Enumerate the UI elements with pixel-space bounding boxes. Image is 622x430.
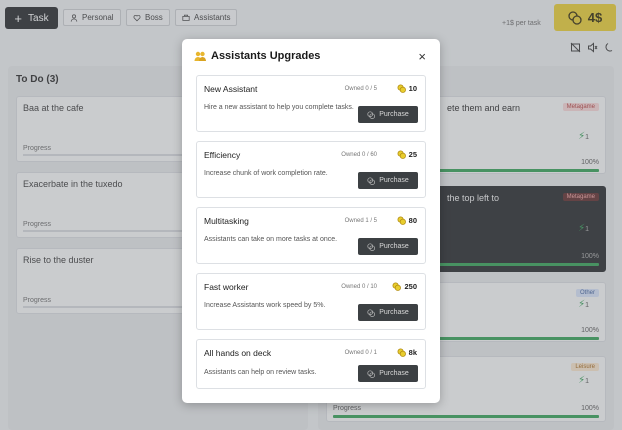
upgrade-card: Fast worker Owned 0 / 10 250 Increase As… [196,273,426,330]
upgrade-name: All hands on deck [204,348,272,358]
upgrade-name: Efficiency [204,150,241,160]
upgrade-name: New Assistant [204,84,258,94]
close-icon[interactable]: × [418,50,426,63]
coin-icon [367,308,376,317]
upgrade-cost: 250 [392,282,417,291]
upgrade-cost: 25 [397,150,417,159]
upgrade-owned: Owned 0 / 10 [341,284,377,290]
upgrade-cost: 80 [397,216,417,225]
modal-title: Assistants Upgrades [211,50,321,62]
upgrade-owned: Owned 1 / 5 [344,218,377,224]
upgrade-card: New Assistant Owned 0 / 5 10 Hire a new … [196,75,426,132]
coin-icon [367,242,376,251]
upgrade-description: Assistants can help on review tasks. [204,369,317,376]
modal-header: Assistants Upgrades [194,50,320,62]
upgrade-card: Multitasking Owned 1 / 5 80 Assistants c… [196,207,426,264]
upgrade-description: Assistants can take on more tasks at onc… [204,236,338,243]
assistants-icon [194,51,206,61]
coin-icon [367,176,376,185]
purchase-button[interactable]: Purchase [358,365,418,382]
upgrade-description: Hire a new assistant to help you complet… [204,104,354,111]
upgrade-description: Increase Assistants work speed by 5%. [204,302,326,309]
purchase-button[interactable]: Purchase [358,172,418,189]
coin-icon [397,150,406,159]
upgrade-owned: Owned 0 / 1 [344,350,377,356]
upgrade-cost: 10 [397,84,417,93]
upgrade-description: Increase chunk of work completion rate. [204,170,328,177]
upgrade-cost: 8k [397,348,417,357]
upgrade-card: All hands on deck Owned 0 / 1 8k Assista… [196,339,426,389]
purchase-button[interactable]: Purchase [358,106,418,123]
coin-icon [367,110,376,119]
coin-icon [397,84,406,93]
purchase-button[interactable]: Purchase [358,238,418,255]
coin-icon [393,282,402,291]
coin-icon [397,348,406,357]
coin-icon [367,369,376,378]
upgrade-owned: Owned 0 / 5 [344,86,377,92]
upgrade-owned: Owned 0 / 60 [341,152,377,158]
upgrade-name: Fast worker [204,282,249,292]
assistants-upgrades-modal: Assistants Upgrades × New Assistant Owne… [182,39,440,403]
coin-icon [397,216,406,225]
upgrade-card: Efficiency Owned 0 / 60 25 Increase chun… [196,141,426,198]
purchase-button[interactable]: Purchase [358,304,418,321]
upgrade-name: Multitasking [204,216,249,226]
